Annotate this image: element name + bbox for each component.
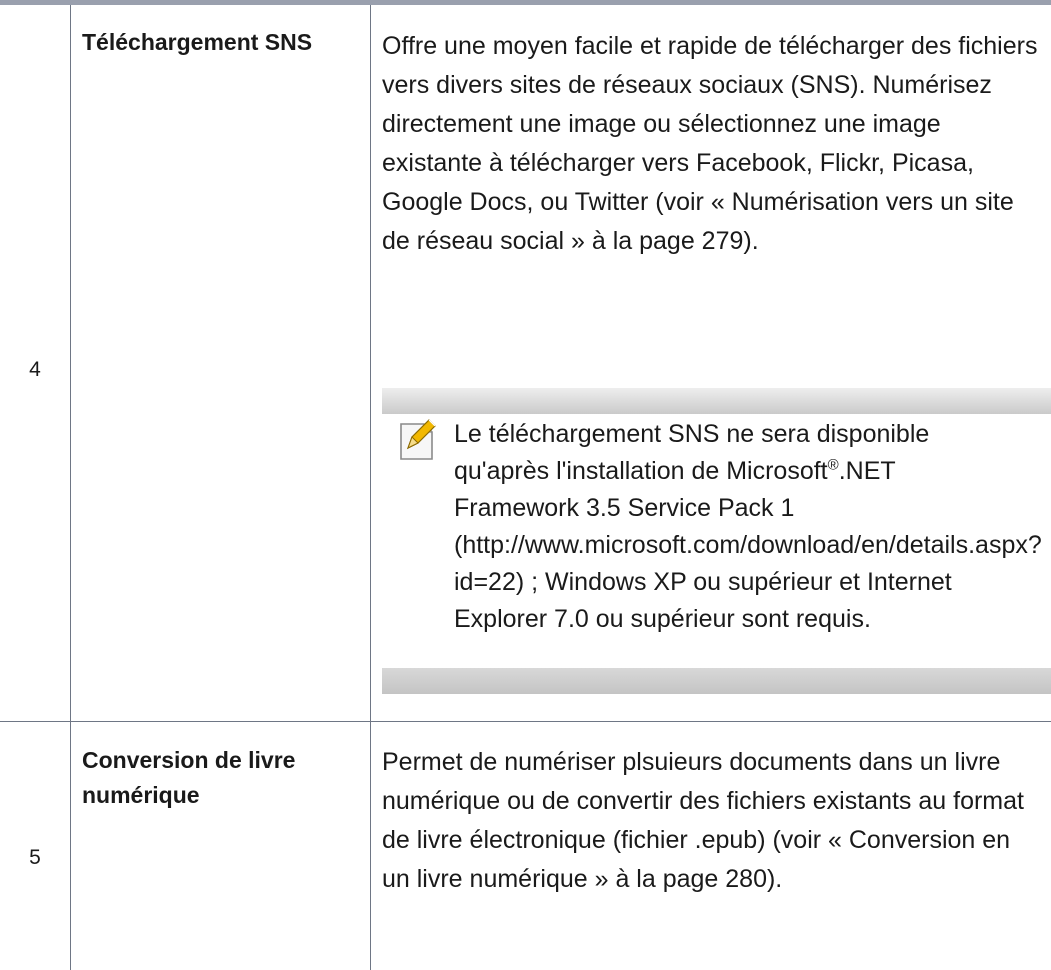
- row-number: 5: [29, 846, 41, 869]
- feature-name: Conversion de livre numérique: [82, 747, 296, 808]
- column-divider-number: [70, 5, 71, 970]
- note-pencil-icon: [398, 418, 438, 462]
- note-text: Le téléchargement SNS ne sera disponible…: [454, 420, 1042, 633]
- note-bottom-band: [382, 668, 1051, 694]
- feature-description: Permet de numériser plsuieurs documents …: [382, 748, 1024, 893]
- row-divider: [0, 721, 1051, 722]
- table-top-rule: [0, 0, 1051, 5]
- row-number: 4: [29, 358, 41, 381]
- column-divider-feature: [370, 5, 371, 970]
- feature-description: Offre une moyen facile et rapide de télé…: [382, 32, 1038, 255]
- feature-name: Téléchargement SNS: [82, 29, 313, 55]
- note-top-band: [382, 388, 1051, 414]
